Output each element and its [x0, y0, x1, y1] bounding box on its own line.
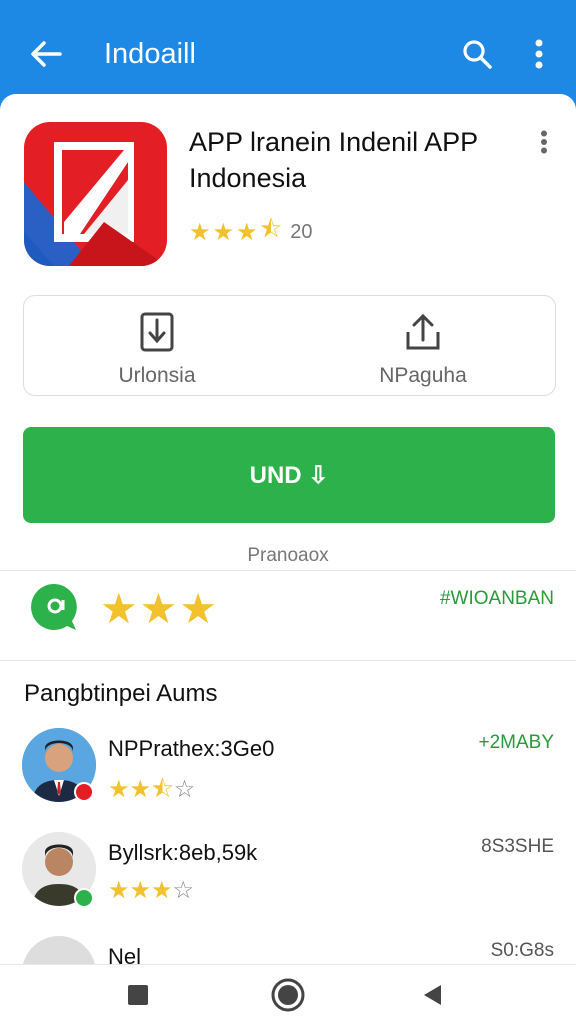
divider: [0, 660, 576, 661]
review-item[interactable]: Nel S0:G8s: [0, 936, 576, 964]
more-vert-icon: [535, 39, 543, 69]
review-stars: ★★★☆: [108, 877, 195, 904]
app-more-button[interactable]: [532, 128, 556, 156]
star-icon: ★: [236, 219, 258, 246]
recents-button[interactable]: [118, 975, 158, 1015]
install-button[interactable]: UND ⇩: [23, 427, 555, 523]
overflow-menu-button[interactable]: [524, 34, 554, 74]
avatar: [22, 936, 96, 964]
review-item[interactable]: Byllsrk:8eb,59k ★★★☆ 8S3SHE: [0, 832, 576, 932]
more-vert-icon: [541, 130, 547, 154]
star-icon: ★: [189, 219, 211, 246]
chat-badge-icon: [30, 582, 80, 632]
divider: [0, 570, 576, 571]
reviewer-name: Nel: [108, 944, 142, 964]
arrow-left-icon: [31, 41, 62, 67]
share-action[interactable]: NPaguha: [290, 296, 556, 397]
review-meta: +2MABY: [478, 732, 554, 753]
badge-icon: [74, 888, 94, 908]
home-button[interactable]: [268, 975, 308, 1015]
app-logo-icon: [24, 122, 167, 266]
reviewer-name: NPPrathex:3Ge0: [108, 736, 275, 761]
download-action[interactable]: Urlonsia: [24, 296, 290, 397]
app-details-card: APP lranein Indenil APP Indonesia ★ ★ ★ …: [0, 94, 576, 964]
app-bar-title: Indoaill: [104, 38, 196, 70]
square-icon: [128, 985, 148, 1005]
back-nav-button[interactable]: [412, 975, 452, 1015]
download-action-label: Urlonsia: [118, 364, 196, 387]
app-bar: Indoaill: [0, 14, 576, 94]
share-icon: [406, 313, 440, 350]
review-stars: ★★⯪☆: [108, 776, 196, 803]
action-box: Urlonsia NPaguha: [23, 295, 556, 396]
download-icon: [140, 312, 174, 352]
app-rating: ★ ★ ★ ⯪ 20: [189, 212, 313, 253]
app-name: APP lranein Indenil APP Indonesia: [189, 127, 478, 193]
reviews-section-title: Pangbtinpei Aums: [24, 680, 218, 707]
triangle-back-icon: [424, 985, 441, 1005]
install-sub-label: Pranoaox: [247, 545, 329, 566]
search-icon: [463, 40, 492, 69]
rating-count: 20: [290, 221, 313, 243]
review-item[interactable]: NPPrathex:3Ge0 ★★⯪☆ +2MABY: [0, 728, 576, 828]
half-star-icon: ⯪: [259, 216, 283, 243]
badge-icon: [74, 782, 94, 802]
stats-tag: #WIOANBAN: [439, 588, 554, 609]
search-button[interactable]: [456, 34, 498, 74]
status-bar: [0, 0, 576, 14]
back-button[interactable]: [26, 34, 66, 74]
share-action-label: NPaguha: [379, 364, 467, 387]
review-meta: S0:G8s: [490, 940, 554, 961]
circle-icon: [271, 978, 305, 1012]
reviewer-name: Byllsrk:8eb,59k: [108, 840, 258, 865]
review-meta: 8S3SHE: [481, 836, 554, 857]
star-icon: ★: [212, 219, 235, 246]
system-nav-bar: [0, 964, 576, 1024]
stats-stars: ★★★: [100, 585, 219, 632]
